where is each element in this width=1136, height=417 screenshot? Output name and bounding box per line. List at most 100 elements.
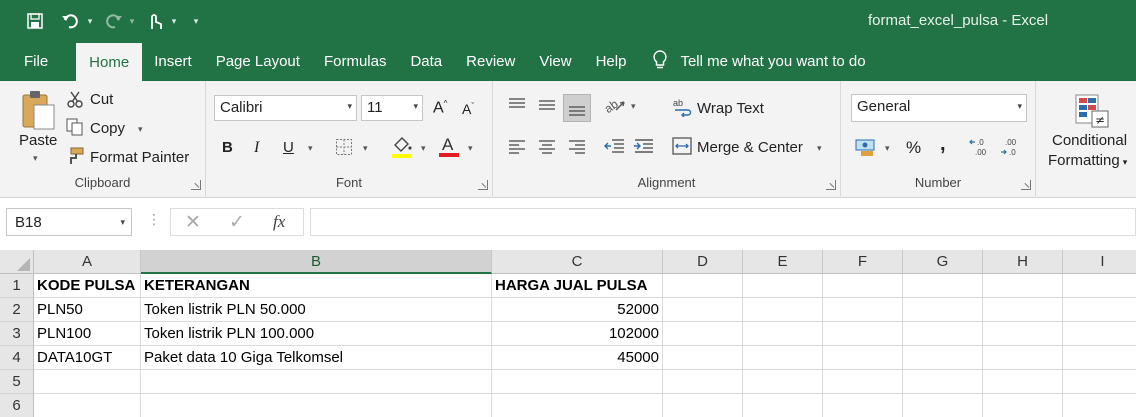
column-header-c[interactable]: C [492,250,663,274]
alignment-launcher-icon[interactable] [826,180,836,190]
cell-h1[interactable] [983,274,1063,298]
cell-g1[interactable] [903,274,983,298]
copy-dropdown-icon[interactable]: ▾ [138,124,143,135]
cell-a4[interactable]: DATA10GT [34,346,141,370]
cell-d4[interactable] [663,346,743,370]
borders-icon[interactable] [335,138,353,156]
font-color-icon[interactable]: A [438,133,460,159]
column-header-i[interactable]: I [1063,250,1136,274]
underline-dropdown-icon[interactable]: ▾ [308,143,313,154]
middle-align-icon[interactable] [537,96,557,114]
cut-button[interactable]: Cut [90,91,113,108]
cell-f5[interactable] [823,370,903,394]
cell-f2[interactable] [823,298,903,322]
decrease-decimal-icon[interactable]: .00.0 [1000,136,1022,158]
name-box[interactable]: B18 ▾ [6,208,132,236]
cell-h5[interactable] [983,370,1063,394]
cell-d6[interactable] [663,394,743,417]
merge-dropdown-icon[interactable]: ▾ [817,143,822,154]
column-header-a[interactable]: A [34,250,141,274]
redo-dropdown-icon[interactable]: ▾ [126,8,138,34]
cell-e3[interactable] [743,322,823,346]
tab-file[interactable]: File [0,42,76,81]
fill-color-dropdown-icon[interactable]: ▾ [421,143,426,154]
cell-e5[interactable] [743,370,823,394]
customize-qat-icon[interactable]: ▾ [190,8,202,34]
cell-g5[interactable] [903,370,983,394]
conditional-formatting-button[interactable]: Conditional [1052,132,1127,149]
cell-a2[interactable]: PLN50 [34,298,141,322]
font-color-dropdown-icon[interactable]: ▾ [468,143,473,154]
italic-button[interactable]: I [254,139,259,157]
paste-dropdown-icon[interactable]: ▾ [33,153,38,164]
clipboard-launcher-icon[interactable] [191,180,201,190]
cell-b4[interactable]: Paket data 10 Giga Telkomsel [141,346,492,370]
cell-g3[interactable] [903,322,983,346]
cell-d2[interactable] [663,298,743,322]
cell-f6[interactable] [823,394,903,417]
cell-e4[interactable] [743,346,823,370]
font-size-select[interactable]: 11 ▾ [361,95,423,121]
format-painter-button[interactable]: Format Painter [90,149,189,166]
cell-i3[interactable] [1063,322,1136,346]
cell-h6[interactable] [983,394,1063,417]
cell-a1[interactable]: KODE PULSA [34,274,141,298]
font-name-select[interactable]: Calibri ▾ [214,95,357,121]
column-header-f[interactable]: F [823,250,903,274]
accounting-dropdown-icon[interactable]: ▾ [885,143,890,154]
cell-i1[interactable] [1063,274,1136,298]
cell-a5[interactable] [34,370,141,394]
accounting-format-icon[interactable] [855,137,877,157]
tab-help[interactable]: Help [584,42,639,81]
cell-g4[interactable] [903,346,983,370]
cell-a3[interactable]: PLN100 [34,322,141,346]
cell-i6[interactable] [1063,394,1136,417]
align-right-icon[interactable] [567,137,587,155]
copy-button[interactable]: Copy [90,120,125,137]
wrap-text-button[interactable]: Wrap Text [697,100,764,117]
row-header-1[interactable]: 1 [0,274,34,298]
cell-a6[interactable] [34,394,141,417]
decrease-indent-icon[interactable] [604,137,626,155]
tab-formulas[interactable]: Formulas [312,42,399,81]
select-all-corner[interactable] [0,250,34,274]
cell-c2[interactable]: 52000 [492,298,663,322]
tab-page-layout[interactable]: Page Layout [204,42,312,81]
cell-c4[interactable]: 45000 [492,346,663,370]
formula-bar-grip-icon[interactable]: ⋮ [147,211,161,228]
increase-font-icon[interactable]: A^ [433,99,447,117]
cell-b2[interactable]: Token listrik PLN 50.000 [141,298,492,322]
font-launcher-icon[interactable] [478,180,488,190]
cell-i4[interactable] [1063,346,1136,370]
tell-me-box[interactable]: Tell me what you want to do [638,42,866,81]
cell-i2[interactable] [1063,298,1136,322]
align-left-icon[interactable] [507,137,527,155]
orientation-icon[interactable]: ab [604,95,626,115]
top-align-icon[interactable] [507,96,527,114]
row-header-6[interactable]: 6 [0,394,34,417]
undo-icon[interactable] [58,8,84,34]
percent-style-button[interactable]: % [906,138,921,158]
column-header-h[interactable]: H [983,250,1063,274]
cell-h2[interactable] [983,298,1063,322]
paste-button[interactable]: Paste [19,132,57,149]
cell-e2[interactable] [743,298,823,322]
merge-center-icon[interactable] [672,137,692,155]
formatting-label[interactable]: Formatting ▾ [1048,152,1127,169]
number-format-select[interactable]: General ▾ [851,94,1027,122]
borders-dropdown-icon[interactable]: ▾ [363,143,368,154]
format-painter-icon[interactable] [66,147,84,165]
increase-decimal-icon[interactable]: .0.00 [969,136,991,158]
cell-c1[interactable]: HARGA JUAL PULSA [492,274,663,298]
cell-c5[interactable] [492,370,663,394]
cell-f1[interactable] [823,274,903,298]
cancel-icon[interactable]: ✕ [185,211,201,234]
column-header-e[interactable]: E [743,250,823,274]
column-header-g[interactable]: G [903,250,983,274]
tab-review[interactable]: Review [454,42,527,81]
row-header-4[interactable]: 4 [0,346,34,370]
comma-style-button[interactable]: , [940,133,946,156]
cell-b3[interactable]: Token listrik PLN 100.000 [141,322,492,346]
cell-c3[interactable]: 102000 [492,322,663,346]
touch-mode-icon[interactable] [142,8,168,34]
